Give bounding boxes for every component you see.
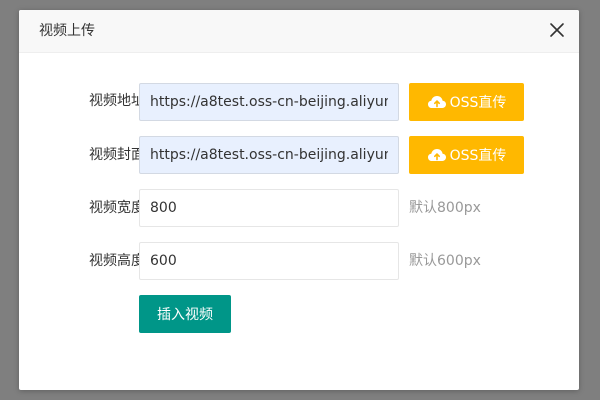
video-cover-input[interactable] [139,136,399,174]
video-url-input[interactable] [139,83,399,121]
dialog-header: 视频上传 [19,10,579,53]
oss-upload-label: OSS直传 [449,95,507,111]
cloud-upload-icon [427,95,447,109]
insert-video-button[interactable]: 插入视频 [139,295,231,333]
video-url-oss-upload-button[interactable]: OSS直传 [409,83,524,121]
video-upload-dialog: 视频上传 视频地址 OSS直传 视频封面 OSS直传 视频宽度 [19,10,579,390]
video-width-label: 视频宽度 [89,200,145,216]
oss-upload-label: OSS直传 [449,148,507,164]
video-cover-label: 视频封面 [89,147,145,163]
video-height-input[interactable] [139,242,399,280]
cloud-upload-icon [427,148,447,162]
video-width-input[interactable] [139,189,399,227]
video-width-hint: 默认800px [409,200,481,216]
video-height-label: 视频高度 [89,253,145,269]
close-icon[interactable] [549,22,565,38]
video-height-hint: 默认600px [409,253,481,269]
video-url-label: 视频地址 [89,93,145,109]
dialog-title: 视频上传 [39,23,95,39]
video-cover-oss-upload-button[interactable]: OSS直传 [409,136,524,174]
